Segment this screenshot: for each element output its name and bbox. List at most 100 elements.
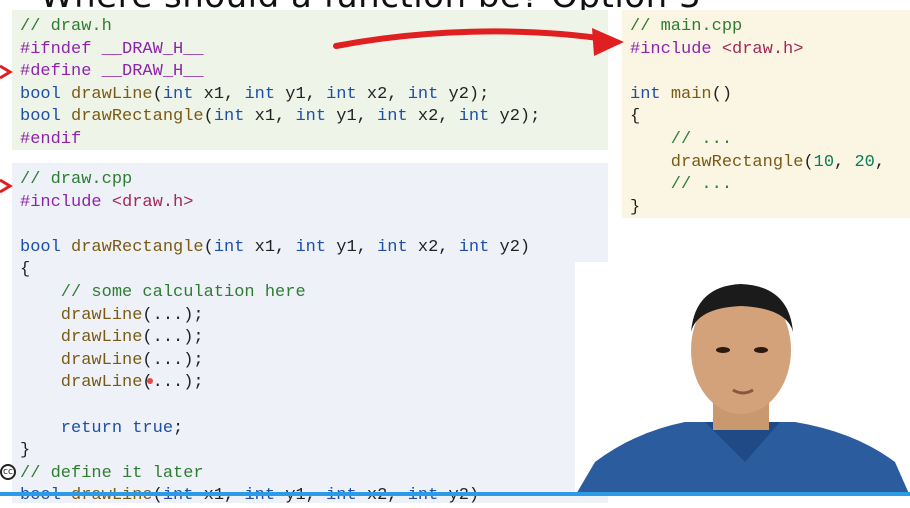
code-token: x2, <box>407 237 459 257</box>
code-token: // define it later <box>20 463 204 483</box>
code-token: main <box>670 84 712 104</box>
code-token: int <box>162 84 194 104</box>
code-token: return <box>20 418 133 438</box>
code-line: } <box>20 440 600 463</box>
code-line: // ... <box>630 174 910 197</box>
code-token: bool <box>20 84 72 104</box>
code-line: } <box>630 197 910 220</box>
code-token: ; <box>173 418 184 438</box>
presenter-video <box>575 262 910 496</box>
code-token: int <box>295 237 327 257</box>
code-token: #ifndef __DRAW_H__ <box>20 39 204 59</box>
draw-cpp-code: // draw.cpp #include <draw.h> bool drawRec… <box>20 169 600 508</box>
code-token: y2) <box>489 237 531 257</box>
code-token: #include <box>630 39 722 59</box>
code-token: (...); <box>142 305 204 325</box>
code-line: // define it later <box>20 463 600 486</box>
code-line: #define __DRAW_H__ <box>20 61 600 84</box>
left-mark-bottom-icon <box>0 178 13 194</box>
code-token: int <box>244 84 276 104</box>
code-token: y2); <box>438 84 490 104</box>
code-line: { <box>630 106 910 129</box>
code-token: ( <box>203 237 214 257</box>
code-token: x2, <box>356 84 408 104</box>
code-token: <draw.h> <box>111 192 194 212</box>
main-cpp-code: // main.cpp #include <draw.h> int main(){ … <box>630 16 910 219</box>
code-line: return true; <box>20 418 600 441</box>
code-token: // some calculation here <box>20 282 306 302</box>
code-line: bool drawRectangle(int x1, int y1, int x… <box>20 106 600 129</box>
code-token: drawLine <box>20 305 143 325</box>
code-token: ( <box>152 84 163 104</box>
code-token: , <box>874 152 886 172</box>
code-token: // draw.h <box>20 17 112 36</box>
code-line: drawLine(...); <box>20 305 600 328</box>
code-token: int <box>377 107 408 127</box>
code-token: #include <box>20 192 112 212</box>
code-line: #ifndef __DRAW_H__ <box>20 39 600 62</box>
video-progress-bar <box>0 492 910 496</box>
code-line: #endif <box>20 129 600 152</box>
code-token: int <box>458 107 490 127</box>
code-token: (...); <box>142 350 204 370</box>
presenter-video-icon <box>575 262 910 496</box>
code-token: y2); <box>489 107 541 127</box>
code-token: } <box>630 197 641 217</box>
code-token: int <box>213 107 245 127</box>
code-token: int <box>326 84 357 104</box>
draw-cpp-code-panel: // draw.cpp #include <draw.h> bool drawRec… <box>12 163 608 505</box>
code-line: #include <draw.h> <box>20 192 600 215</box>
code-token: x2, <box>407 107 459 127</box>
code-token: <draw.h> <box>721 39 804 59</box>
code-token: drawLine <box>71 84 153 104</box>
main-cpp-code-panel: // main.cpp #include <draw.h> int main(){ … <box>622 10 910 218</box>
code-token: x1, <box>244 107 296 127</box>
code-line: // draw.cpp <box>20 169 600 192</box>
code-token: int <box>377 237 408 257</box>
code-line: // main.cpp <box>630 16 910 39</box>
code-token: ( <box>203 107 214 127</box>
code-line: bool drawRectangle(int x1, int y1, int x… <box>20 237 600 260</box>
code-token: drawRectangle <box>71 107 204 127</box>
code-token: x1, <box>244 237 296 257</box>
code-token: int <box>213 237 245 257</box>
code-token: y1, <box>275 84 327 104</box>
code-token: bool <box>20 237 72 257</box>
code-token: drawLine <box>20 350 143 370</box>
code-token: // ... <box>630 129 733 149</box>
code-line: { <box>20 259 600 282</box>
code-line: bool drawLine(int x1, int y1, int x2, in… <box>20 485 600 508</box>
code-token: 10 <box>813 152 835 172</box>
code-token: ( <box>803 152 814 172</box>
code-token: 20 <box>854 152 875 172</box>
code-line: int main() <box>630 84 910 107</box>
code-token: , <box>834 152 855 172</box>
left-mark-top-icon <box>0 64 13 80</box>
code-line: drawLine(...); <box>20 327 600 350</box>
code-token: drawLine <box>20 328 143 348</box>
code-token: x1, <box>193 84 245 104</box>
code-line: bool drawLine(int x1, int y1, int x2, in… <box>20 84 600 107</box>
code-token: // main.cpp <box>630 17 743 36</box>
code-line: drawLine(...); <box>20 350 600 373</box>
cc-license-icon: cc <box>0 464 16 480</box>
draw-h-code: // draw.h #ifndef __DRAW_H__ #define __DRA… <box>20 16 600 152</box>
code-token: y1, <box>326 107 378 127</box>
code-token: () <box>711 84 733 104</box>
code-token: bool <box>20 107 72 127</box>
code-token: #endif <box>20 129 82 149</box>
code-token: int <box>630 84 671 104</box>
code-line: drawRectangle(10, 20, <box>630 152 910 175</box>
code-token: true <box>132 418 174 438</box>
code-token: int <box>458 237 490 257</box>
draw-h-code-panel: // draw.h #ifndef __DRAW_H__ #define __DRA… <box>12 10 608 150</box>
code-token: int <box>295 107 327 127</box>
pointer-dot-icon <box>147 378 153 384</box>
code-line: #include <draw.h> <box>630 39 910 62</box>
code-token: #define __DRAW_H__ <box>20 62 204 82</box>
code-token: { <box>630 107 641 127</box>
code-token: drawRectangle <box>630 152 804 172</box>
